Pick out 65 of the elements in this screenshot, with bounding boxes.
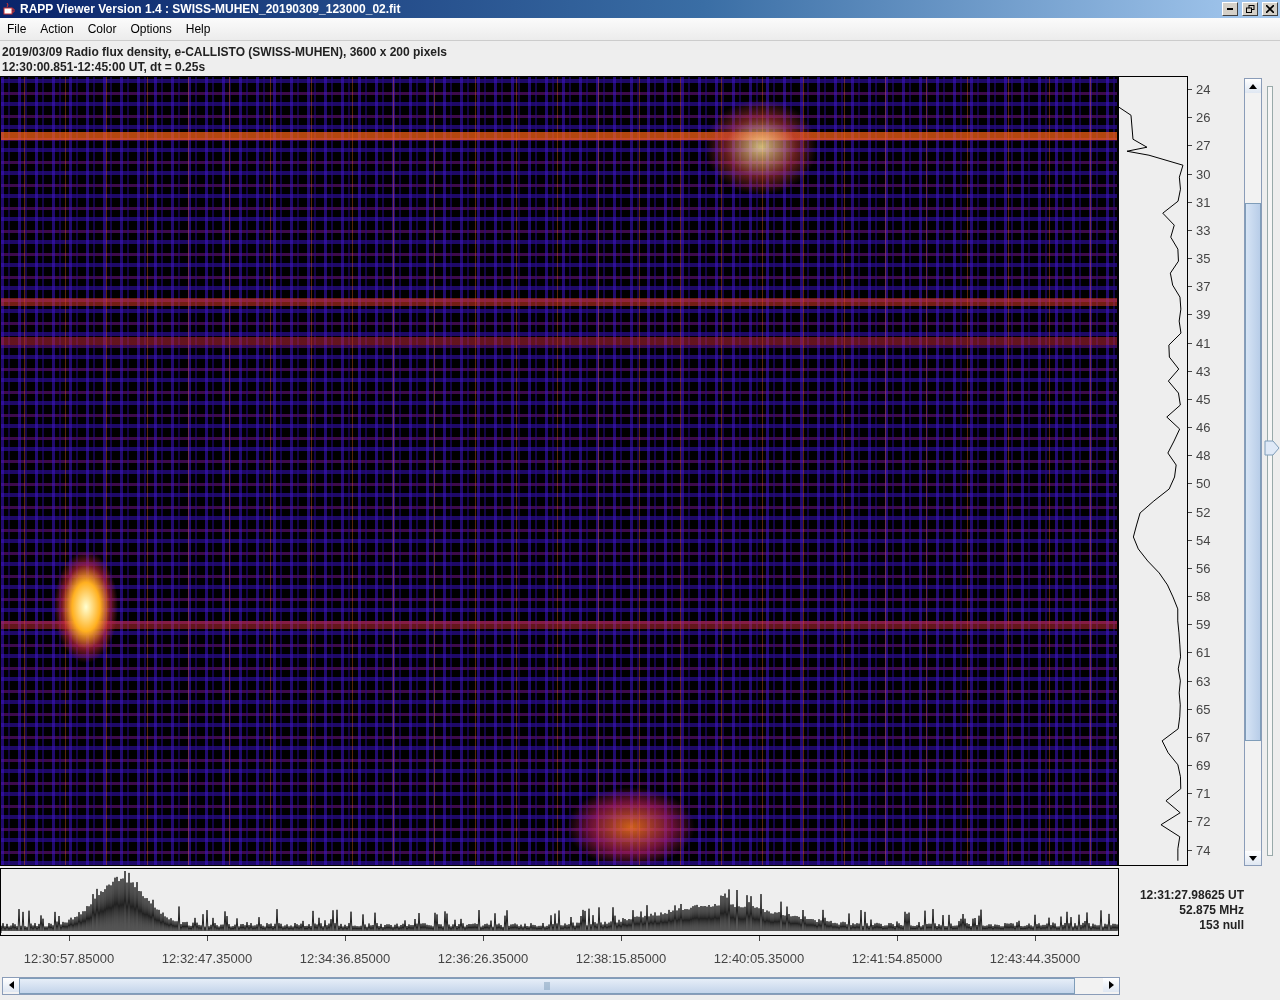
- restore-button[interactable]: [1242, 2, 1258, 16]
- time-axis-label: 12:34:36.85000: [299, 951, 391, 966]
- frequency-axis-label: 26: [1188, 110, 1244, 126]
- frequency-axis-label: 67: [1188, 729, 1244, 745]
- menu-item[interactable]: File: [0, 22, 34, 36]
- scroll-left-button[interactable]: [3, 978, 19, 992]
- frequency-axis-label: 63: [1188, 673, 1244, 689]
- time-axis-label: 12:32:47.35000: [161, 951, 253, 966]
- left-arrow-icon: [8, 981, 14, 989]
- grip-icon: [544, 982, 550, 990]
- scroll-up-button[interactable]: [1245, 79, 1261, 93]
- time-range-info: 12:30:00.851-12:45:00 UT, dt = 0.25s: [2, 60, 207, 74]
- minimize-icon: [1227, 8, 1233, 10]
- menu-item[interactable]: Color: [80, 22, 124, 36]
- frequency-axis-label: 43: [1188, 363, 1244, 379]
- coffee-cup-icon: [2, 2, 16, 16]
- frequency-axis-label: 59: [1188, 617, 1244, 633]
- time-axis-label: 12:41:54.85000: [851, 951, 943, 966]
- time-axis-label: 12:30:57.85000: [23, 951, 115, 966]
- menu-item[interactable]: Options: [123, 22, 179, 36]
- up-arrow-icon: [1249, 83, 1257, 89]
- right-arrow-icon: [1108, 981, 1114, 989]
- frequency-axis-label: 54: [1188, 532, 1244, 548]
- scroll-down-button[interactable]: [1245, 851, 1261, 865]
- frequency-axis-label: 37: [1188, 279, 1244, 295]
- window-title: RAPP Viewer Version 1.4 : SWISS-MUHEN_20190309_123000_02.fit: [20, 2, 402, 16]
- scroll-right-button[interactable]: [1103, 978, 1119, 992]
- frequency-axis-label: 72: [1188, 814, 1244, 830]
- frequency-axis-label: 31: [1188, 194, 1244, 210]
- down-arrow-icon: [1249, 855, 1257, 861]
- menu-item[interactable]: Help: [178, 22, 218, 36]
- frequency-axis-label: 50: [1188, 476, 1244, 492]
- menu-item[interactable]: Action: [33, 22, 81, 36]
- frequency-axis-label: 33: [1188, 222, 1244, 238]
- frequency-axis-label: 52: [1188, 504, 1244, 520]
- time-axis-label: 12:43:44.35000: [989, 951, 1081, 966]
- time-axis-label: 12:36:26.35000: [437, 951, 529, 966]
- observation-info: 2019/03/09 Radio flux density, e-CALLISTO (SWISS-MUHEN), 3600 x 200 pixels: [2, 45, 449, 59]
- vertical-scrollbar[interactable]: [1244, 78, 1262, 866]
- restore-icon: [1245, 5, 1255, 13]
- frequency-axis-label: 69: [1188, 758, 1244, 774]
- frequency-axis-label: 48: [1188, 448, 1244, 464]
- frequency-axis-label: 56: [1188, 560, 1244, 576]
- cursor-value-readout: 153 null: [1199, 918, 1244, 932]
- close-button[interactable]: [1262, 2, 1278, 16]
- frequency-axis-label: 27: [1188, 138, 1244, 154]
- frequency-axis-label: 71: [1188, 786, 1244, 802]
- frequency-axis-label: 46: [1188, 420, 1244, 436]
- frequency-axis-label: 30: [1188, 166, 1244, 182]
- frequency-axis-label: 65: [1188, 701, 1244, 717]
- frequency-axis-label: 61: [1188, 645, 1244, 661]
- slider-thumb[interactable]: [1264, 439, 1280, 456]
- frequency-axis-label: 41: [1188, 335, 1244, 351]
- frequency-axis-label: 45: [1188, 391, 1244, 407]
- minimize-button[interactable]: [1222, 2, 1238, 16]
- time-axis-label: 12:38:15.85000: [575, 951, 667, 966]
- cursor-time-readout: 12:31:27.98625 UT: [1139, 888, 1244, 902]
- close-icon: [1266, 5, 1274, 13]
- frequency-axis-label: 58: [1188, 589, 1244, 605]
- frequency-axis-label: 74: [1188, 842, 1244, 858]
- cursor-frequency-readout: 52.875 MHz: [1179, 903, 1244, 917]
- frequency-axis-label: 24: [1188, 82, 1244, 97]
- frequency-axis-label: 39: [1188, 307, 1244, 323]
- frequency-axis-label: 35: [1188, 251, 1244, 267]
- time-axis-label: 12:40:05.35000: [713, 951, 805, 966]
